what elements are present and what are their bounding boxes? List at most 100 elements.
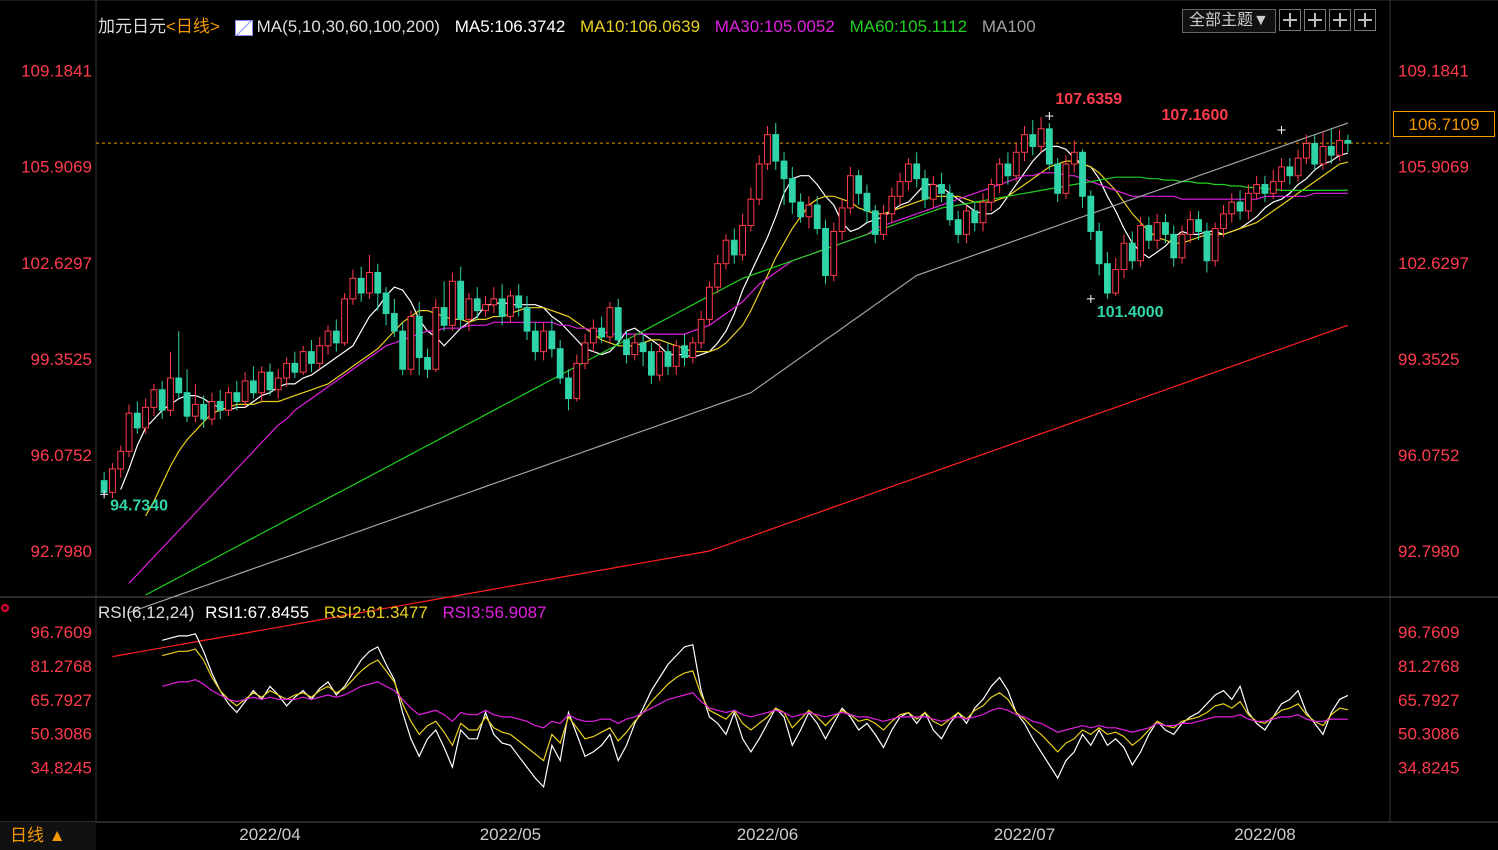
candle-body xyxy=(498,298,506,317)
candle-body xyxy=(971,210,979,224)
annotation-label: 101.4000 xyxy=(1097,304,1164,321)
ma10-value: MA10:106.0639 xyxy=(580,17,701,36)
y-tick-right: 99.3525 xyxy=(1398,350,1459,369)
candle-body xyxy=(507,295,514,317)
rsi-y-tick-left: 81.2768 xyxy=(31,657,92,676)
candle-body xyxy=(382,292,390,315)
candle-body xyxy=(614,307,622,341)
candle-body xyxy=(697,318,705,344)
y-tick-left: 99.3525 xyxy=(31,350,92,369)
candle-body xyxy=(589,327,597,344)
candle-body xyxy=(1311,142,1319,165)
candle-body xyxy=(830,230,838,276)
candle-body xyxy=(1195,219,1203,232)
candle-body xyxy=(225,392,232,411)
candle-body xyxy=(797,201,805,218)
candle-body xyxy=(1253,184,1261,194)
chart-canvas[interactable]: 109.1841 109.1841 105.9069 105.9069 102.6297… xyxy=(0,0,1498,850)
candle-body xyxy=(424,357,431,370)
candle-body xyxy=(1079,151,1086,197)
candle-body xyxy=(249,380,257,394)
candle-body xyxy=(1112,269,1120,294)
rsi-legend: RSI(6,12,24) RSI1:67.8455 RSI2:61.3477 R… xyxy=(98,603,557,623)
rsi-line-rsi2 xyxy=(162,648,1349,762)
rsi-y-tick-right: 96.7609 xyxy=(1398,623,1459,642)
candle-body xyxy=(241,380,249,402)
symbol-label[interactable]: 加元日元 xyxy=(98,17,166,36)
period-tag[interactable]: <日线> xyxy=(166,17,220,36)
candle-body xyxy=(142,406,150,429)
candle-body xyxy=(946,192,954,221)
candle-body xyxy=(772,134,780,162)
candle-body xyxy=(191,403,199,417)
candle-body xyxy=(987,184,995,203)
rsi2-value: RSI2:61.3477 xyxy=(323,603,428,622)
candle-body xyxy=(979,201,987,224)
candle-body xyxy=(598,327,606,338)
candle-body xyxy=(515,295,523,309)
annotation-label: 107.1600 xyxy=(1162,107,1229,124)
y-tick-right: 109.1841 xyxy=(1398,62,1469,81)
ma-line-ma60 xyxy=(145,176,1348,596)
y-tick-right: 92.7980 xyxy=(1398,542,1459,561)
ma30-value: MA30:105.0052 xyxy=(714,17,835,36)
y-tick-right: 105.9069 xyxy=(1398,158,1469,177)
y-tick-left: 102.6297 xyxy=(21,254,92,273)
zoom-in-icon[interactable] xyxy=(1303,9,1326,31)
candle-body xyxy=(1186,219,1194,235)
candle-body xyxy=(739,225,746,256)
candle-body xyxy=(954,219,962,235)
ma-icon[interactable] xyxy=(234,19,253,36)
rsi-y-tick-left: 50.3086 xyxy=(31,725,92,744)
candle-body xyxy=(1211,228,1219,262)
ma60-value: MA60:105.1112 xyxy=(849,17,968,36)
candle-body xyxy=(1062,163,1070,194)
crosshair-icon[interactable] xyxy=(1278,9,1301,31)
indicator-dot-icon[interactable] xyxy=(1,604,9,612)
candle-body xyxy=(349,277,357,300)
candle-body xyxy=(1344,140,1352,144)
candle-body xyxy=(1178,233,1186,259)
candle-body xyxy=(780,160,788,180)
candle-body xyxy=(1319,145,1327,165)
candle-body xyxy=(548,330,556,350)
rsi-title: RSI(6,12,24) xyxy=(98,603,195,622)
candle-body xyxy=(332,330,340,344)
candle-body xyxy=(308,351,315,364)
candle-body xyxy=(1153,222,1161,241)
candle-body xyxy=(1203,230,1211,262)
candle-body xyxy=(366,271,373,294)
period-button[interactable]: 日线 ▲ xyxy=(0,822,96,850)
candle-body xyxy=(200,403,208,420)
candle-body xyxy=(714,263,722,288)
y-tick-left: 96.0752 xyxy=(31,446,92,465)
rsi-line-rsi3 xyxy=(162,679,1348,733)
candle-body xyxy=(432,307,440,370)
candle-body xyxy=(730,239,738,256)
y-tick-left: 105.9069 xyxy=(21,158,92,177)
zoom-out-icon[interactable] xyxy=(1328,9,1351,31)
candle-body xyxy=(929,184,937,200)
candle-body xyxy=(150,389,158,408)
candle-body xyxy=(274,377,282,391)
y-tick-right: 102.6297 xyxy=(1398,254,1469,273)
candle-body xyxy=(1054,163,1062,194)
annotation-label: 94.7340 xyxy=(110,497,168,514)
candle-body xyxy=(573,362,581,400)
candle-body xyxy=(838,207,846,232)
candle-body xyxy=(664,351,672,367)
ma5-value: MA5:106.3742 xyxy=(454,17,566,36)
main-legend: 加元日元<日线> MA(5,10,30,60,100,200) MA5:106.… xyxy=(98,12,1046,37)
candle-body xyxy=(440,307,448,326)
theme-dropdown[interactable]: 全部主题▼ xyxy=(1182,9,1276,33)
ma-title: MA(5,10,30,60,100,200) xyxy=(256,17,440,36)
fullscreen-icon[interactable] xyxy=(1353,9,1376,31)
candle-body xyxy=(880,213,887,235)
candle-body xyxy=(905,163,912,183)
x-tick: 2022/06 xyxy=(737,825,798,844)
candle-body xyxy=(855,175,863,194)
rsi3-value: RSI3:56.9087 xyxy=(442,603,547,622)
candle-body xyxy=(706,286,713,320)
candle-body xyxy=(1137,225,1144,262)
candle-body xyxy=(805,204,813,218)
